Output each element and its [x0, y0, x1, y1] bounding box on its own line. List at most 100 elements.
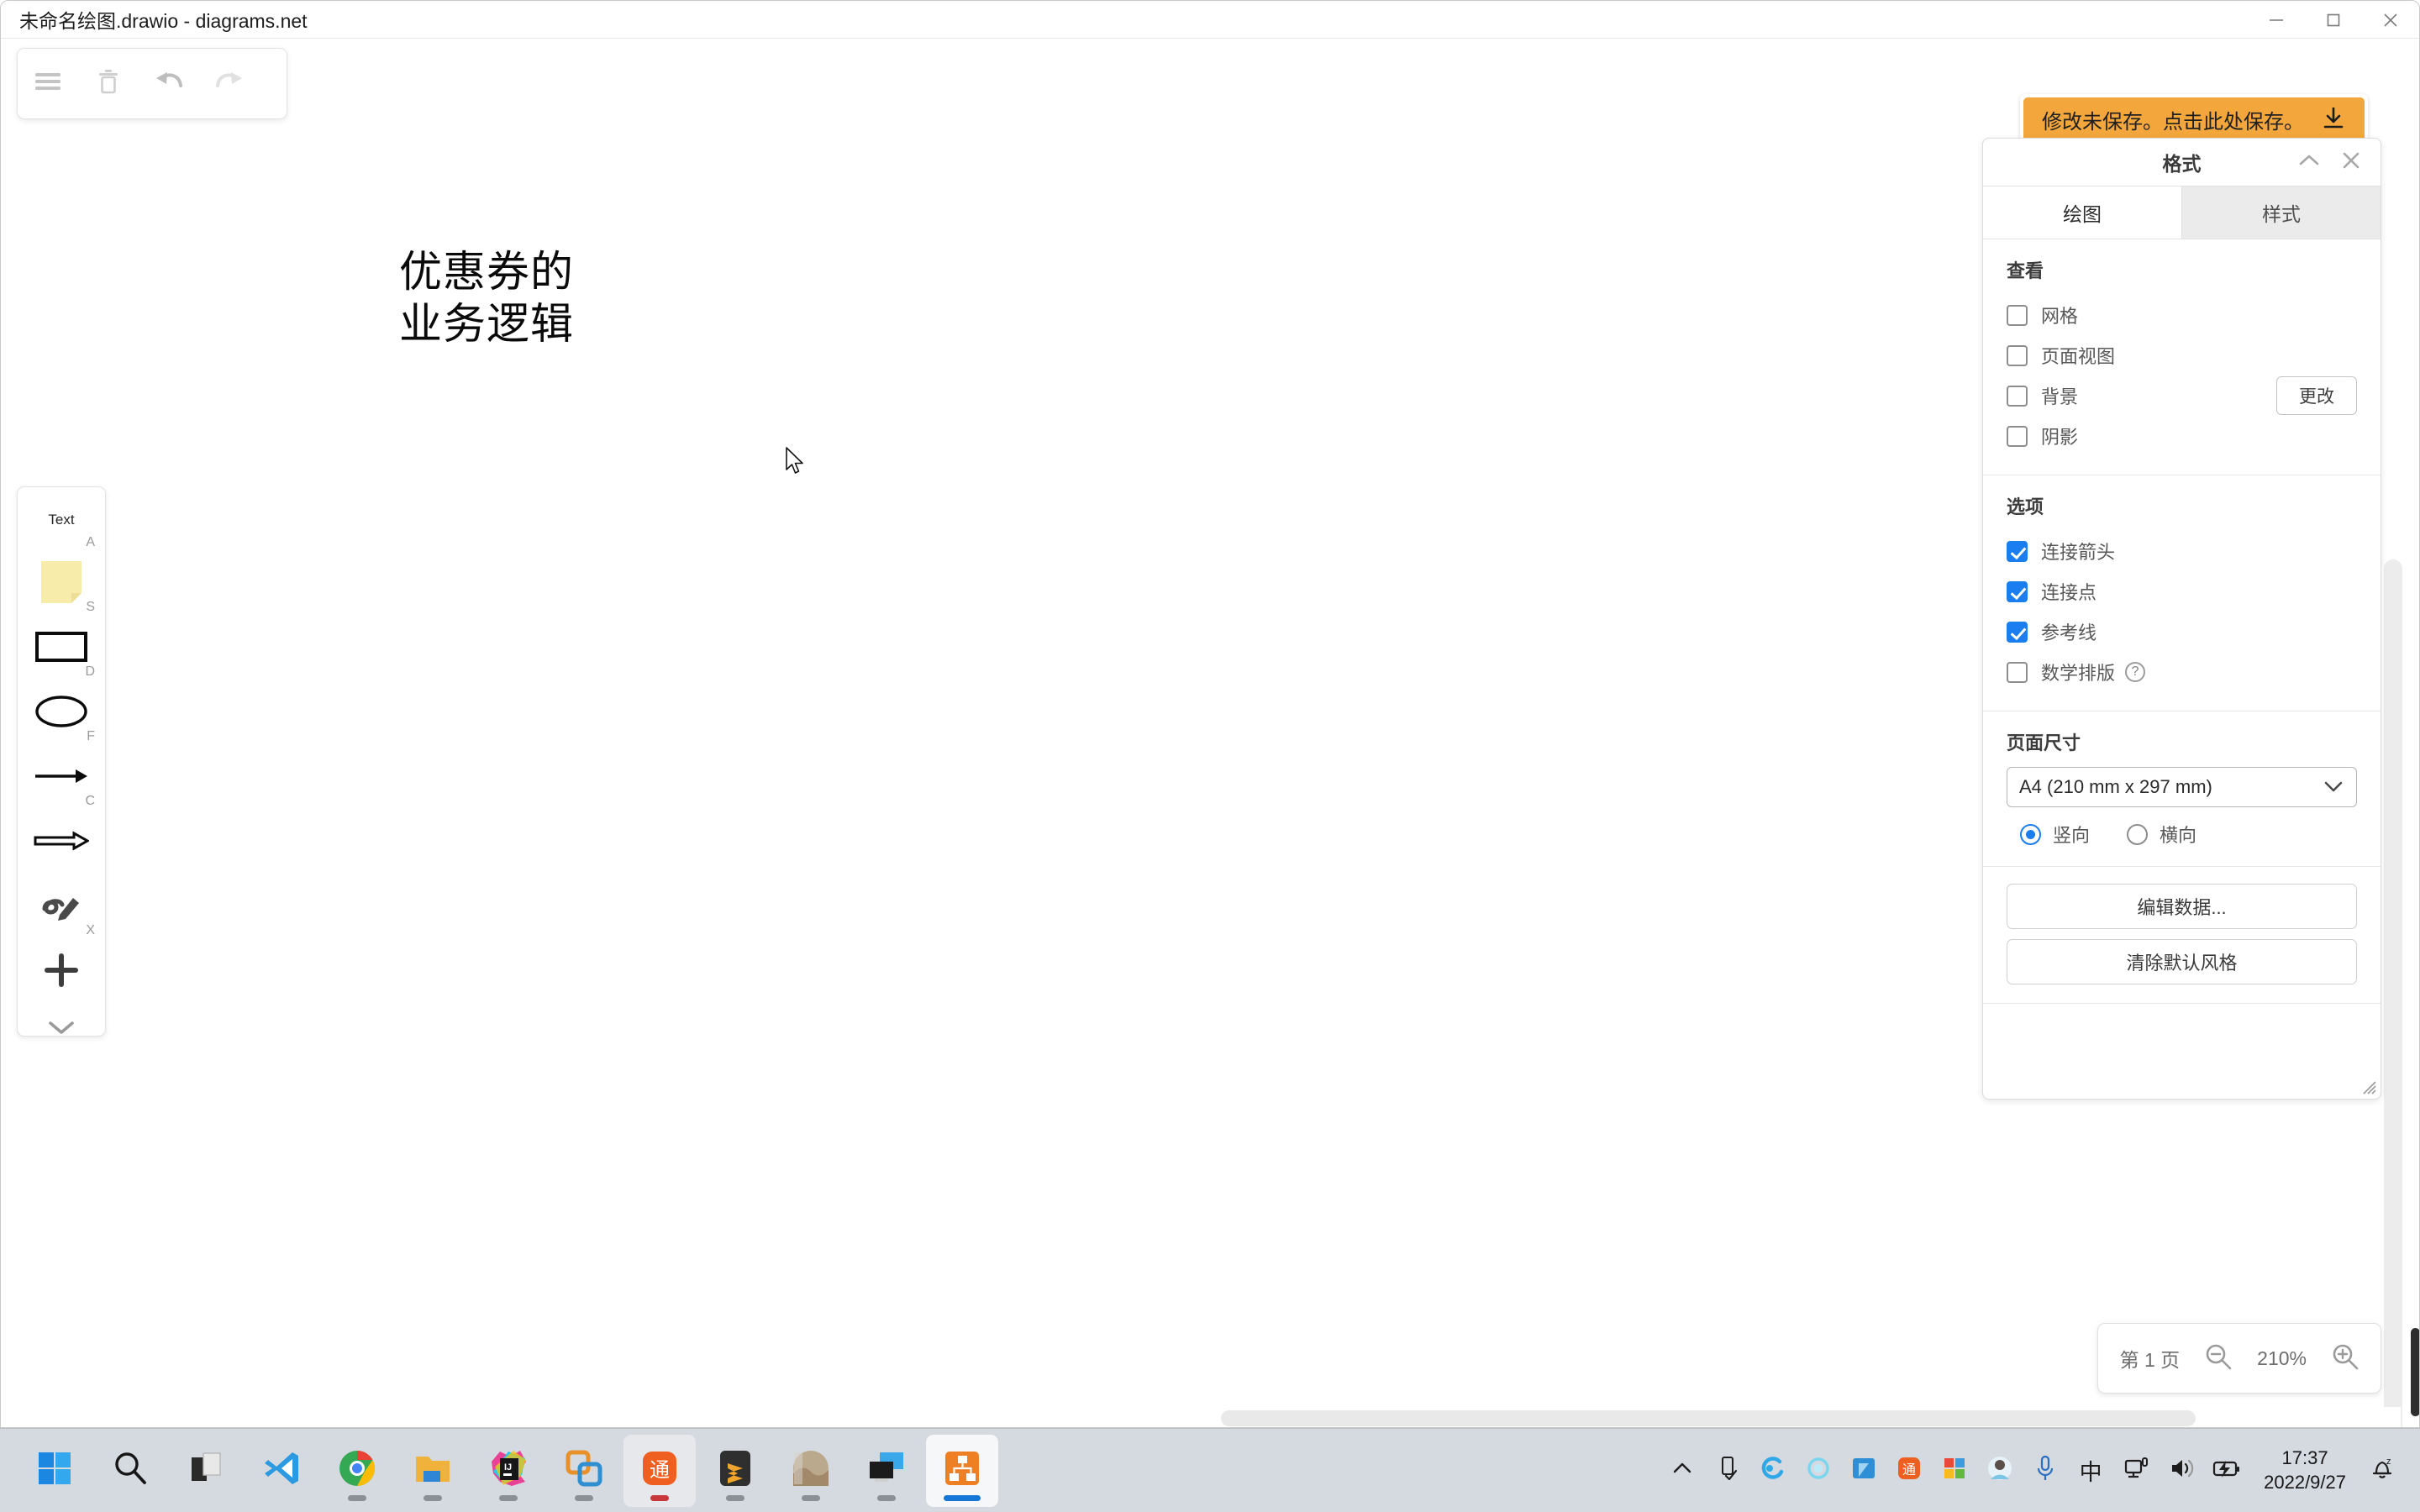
- taskbar-active-indicator: [650, 1494, 669, 1501]
- palette-item-rectangle[interactable]: D: [18, 617, 105, 681]
- maximize-button[interactable]: [2305, 1, 2362, 39]
- orientation-landscape-radio[interactable]: [2127, 823, 2149, 845]
- tray-windows-store-button[interactable]: [1933, 1441, 1976, 1500]
- tray-avatar-button[interactable]: [1978, 1441, 2022, 1500]
- format-panel-tabs: 绘图 样式: [1983, 186, 2381, 239]
- pencil-freehand-icon: [39, 887, 83, 928]
- view-option-grid[interactable]: 网格: [2007, 295, 2357, 335]
- hamburger-menu-button[interactable]: [18, 57, 78, 111]
- tray-microphone-button[interactable]: [2023, 1441, 2067, 1500]
- titlebar: 未命名绘图.drawio - diagrams.net: [1, 1, 2419, 39]
- photos-icon: [791, 1448, 831, 1493]
- format-panel-collapse-button[interactable]: [2290, 139, 2328, 186]
- window-scrollbar[interactable]: [2409, 76, 2419, 1427]
- palette-item-arrow[interactable]: C: [18, 746, 105, 811]
- panel-scroll-thumb[interactable]: [2384, 559, 2402, 1427]
- palette-item-expand-more[interactable]: [18, 1005, 105, 1053]
- page-view-label: 页面视图: [2041, 346, 2116, 367]
- background-checkbox[interactable]: [2007, 385, 2028, 407]
- taskbar-remote-desktop-button[interactable]: [850, 1435, 923, 1507]
- panel-resize-grip[interactable]: [2359, 1077, 2377, 1095]
- tray-onedrive-button[interactable]: [1842, 1441, 1886, 1500]
- usb-icon: [1716, 1454, 1739, 1487]
- chrome-icon: [337, 1448, 377, 1493]
- wechat-ring-icon: [1805, 1455, 1832, 1486]
- taskbar-photos-button[interactable]: [775, 1435, 847, 1507]
- format-panel-close-button[interactable]: [2332, 139, 2370, 186]
- taskbar-intellij-idea-button[interactable]: IJ: [472, 1435, 544, 1507]
- minimize-button[interactable]: [2248, 1, 2305, 39]
- help-icon[interactable]: ?: [2125, 662, 2146, 682]
- zoom-in-button[interactable]: [2327, 1335, 2364, 1382]
- tab-style[interactable]: 样式: [2181, 186, 2381, 239]
- view-option-page-view[interactable]: 页面视图: [2007, 335, 2357, 375]
- taskbar-drawio-button[interactable]: [926, 1434, 998, 1507]
- option-connection-points[interactable]: 连接点: [2007, 571, 2357, 612]
- undo-button[interactable]: [139, 57, 199, 111]
- math-typesetting-checkbox[interactable]: [2007, 661, 2028, 683]
- taskbar-task-view-button[interactable]: [170, 1435, 242, 1507]
- tray-volume-button[interactable]: [2160, 1441, 2203, 1500]
- taskbar-file-explorer-button[interactable]: [397, 1435, 469, 1507]
- taskbar-search-button[interactable]: [94, 1435, 166, 1507]
- connection-points-checkbox[interactable]: [2007, 580, 2028, 602]
- zoom-out-button[interactable]: [2200, 1335, 2237, 1382]
- taskbar-clock[interactable]: 17:37 2022/9/27: [2250, 1446, 2360, 1494]
- zoom-level-label[interactable]: 210%: [2252, 1347, 2312, 1370]
- taskbar-vmware-button[interactable]: [548, 1435, 620, 1507]
- panel-scrollbar[interactable]: [2384, 181, 2402, 1427]
- tray-display-button[interactable]: [2114, 1441, 2158, 1500]
- close-button[interactable]: [2362, 1, 2419, 39]
- delete-button[interactable]: [78, 57, 139, 111]
- sublime-text-icon: [715, 1448, 755, 1493]
- rectangle-icon: [35, 632, 87, 666]
- save-button[interactable]: 修改未保存。点击此处保存。: [2023, 97, 2365, 142]
- page-view-checkbox[interactable]: [2007, 344, 2028, 366]
- horizontal-scrollbar[interactable]: [1, 1407, 2401, 1427]
- tray-sogou-button[interactable]: [1751, 1441, 1795, 1500]
- remote-desktop-icon: [866, 1448, 907, 1493]
- option-math-typesetting[interactable]: 数学排版 ?: [2007, 652, 2357, 692]
- taskbar-sublime-text-button[interactable]: [699, 1435, 771, 1507]
- shadow-checkbox[interactable]: [2007, 425, 2028, 447]
- edit-data-button[interactable]: 编辑数据...: [2007, 884, 2357, 929]
- taskbar-tong-app-button[interactable]: 通: [623, 1434, 696, 1507]
- tab-diagram[interactable]: 绘图: [1983, 186, 2181, 239]
- connection-arrows-checkbox[interactable]: [2007, 540, 2028, 562]
- palette-item-freehand[interactable]: X: [18, 875, 105, 940]
- view-option-background[interactable]: 背景 更改: [2007, 375, 2357, 416]
- horizontal-scroll-thumb[interactable]: [1221, 1410, 2196, 1426]
- redo-button[interactable]: [199, 57, 260, 111]
- page-number-label[interactable]: 第 1 页: [2115, 1344, 2186, 1373]
- tray-usb-button[interactable]: [1706, 1441, 1749, 1500]
- tray-battery-button[interactable]: [2205, 1441, 2249, 1500]
- tray-ime-button[interactable]: 中: [2069, 1441, 2112, 1500]
- diagram-text-shape[interactable]: 优惠券的 业务逻辑: [399, 246, 574, 350]
- guides-checkbox[interactable]: [2007, 621, 2028, 643]
- taskbar-start-button[interactable]: [18, 1435, 91, 1507]
- option-connection-arrows[interactable]: 连接箭头: [2007, 531, 2357, 571]
- change-background-button[interactable]: 更改: [2276, 376, 2357, 415]
- palette-item-ellipse[interactable]: F: [18, 681, 105, 746]
- tong-app-icon: 通: [639, 1448, 680, 1493]
- taskbar-vscode-button[interactable]: [245, 1435, 318, 1507]
- option-guides[interactable]: 参考线: [2007, 612, 2357, 652]
- clear-default-style-button[interactable]: 清除默认风格: [2007, 939, 2357, 984]
- tray-tong-button[interactable]: 通: [1887, 1441, 1931, 1500]
- page-size-select[interactable]: A4 (210 mm x 297 mm): [2007, 767, 2357, 807]
- palette-item-double-arrow[interactable]: [18, 811, 105, 875]
- view-option-shadow[interactable]: 阴影: [2007, 416, 2357, 456]
- chevron-up-icon: [2298, 154, 2320, 171]
- palette-item-add-shape[interactable]: [18, 940, 105, 1005]
- tray-wechat-ring-button[interactable]: [1797, 1441, 1840, 1500]
- tray-notifications-button[interactable]: z: [2361, 1441, 2405, 1500]
- palette-item-text[interactable]: Text A: [18, 487, 105, 552]
- tray-overflow-button[interactable]: [1660, 1441, 1704, 1500]
- taskbar-chrome-button[interactable]: [321, 1435, 393, 1507]
- main-toolbar: [17, 48, 287, 119]
- palette-item-note[interactable]: S: [18, 552, 105, 617]
- orientation-portrait-radio[interactable]: [2020, 823, 2041, 845]
- canvas-area[interactable]: 修改未保存。点击此处保存。 优惠券的 业务逻辑 Text A S D F C X…: [1, 39, 2419, 1427]
- window-scroll-thumb[interactable]: [2411, 1328, 2419, 1416]
- grid-checkbox[interactable]: [2007, 304, 2028, 326]
